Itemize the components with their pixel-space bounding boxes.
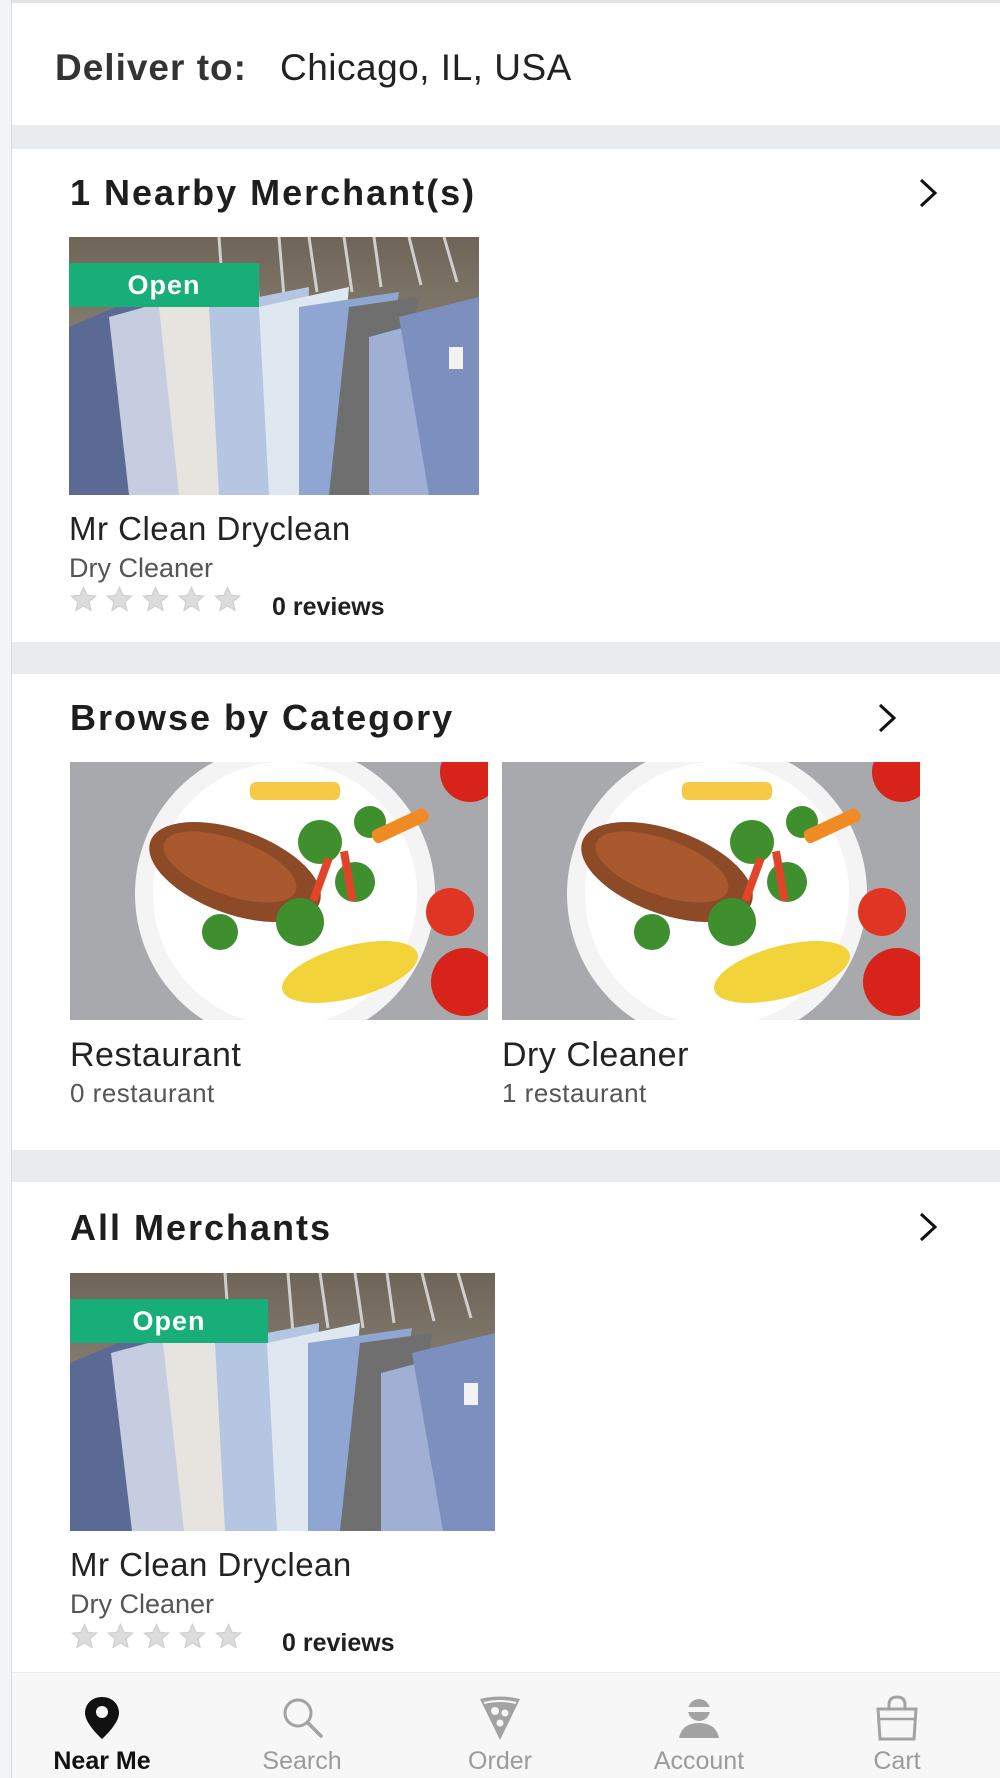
nav-label: Near Me	[53, 1747, 151, 1775]
bag-icon	[876, 1695, 918, 1741]
rating-stars	[69, 585, 242, 614]
all-merchants-title: All Merchants	[70, 1207, 333, 1248]
open-status-badge: Open	[70, 1299, 268, 1343]
section-divider	[12, 642, 1000, 674]
section-divider	[12, 125, 1000, 149]
nav-search[interactable]: Search	[212, 1673, 392, 1778]
nav-cart[interactable]: Cart	[807, 1673, 987, 1778]
browse-category-title: Browse by Category	[70, 697, 455, 738]
nav-account[interactable]: Account	[609, 1673, 789, 1778]
chevron-right-icon[interactable]	[915, 176, 941, 210]
rating-stars	[70, 1622, 243, 1651]
open-status-badge: Open	[69, 263, 259, 307]
star-icon	[178, 1622, 207, 1649]
star-icon	[105, 585, 134, 612]
merchant-category: Dry Cleaner	[69, 553, 214, 583]
category-name[interactable]: Restaurant	[70, 1036, 241, 1075]
nav-near-me[interactable]: Near Me	[12, 1673, 192, 1778]
map-pin-icon	[85, 1697, 119, 1739]
chevron-right-icon[interactable]	[874, 701, 900, 735]
nav-label: Search	[262, 1747, 342, 1775]
category-name[interactable]: Dry Cleaner	[502, 1036, 689, 1075]
chevron-right-icon[interactable]	[915, 1210, 941, 1244]
review-count: 0 reviews	[282, 1629, 395, 1657]
nav-order[interactable]: Order	[410, 1673, 590, 1778]
nav-label: Account	[653, 1747, 745, 1775]
review-count: 0 reviews	[272, 593, 385, 621]
merchant-category: Dry Cleaner	[70, 1589, 215, 1619]
star-icon	[70, 1622, 99, 1649]
pizza-icon	[480, 1696, 520, 1740]
nearby-merchants-title: 1 Nearby Merchant(s)	[70, 172, 477, 213]
deliver-to-bar[interactable]: Deliver to: Chicago, IL, USA	[12, 0, 1000, 128]
nav-label: Order	[468, 1747, 532, 1775]
star-icon	[106, 1622, 135, 1649]
star-icon	[141, 585, 170, 612]
category-count: 1 restaurant	[502, 1078, 647, 1108]
merchant-image[interactable]: Open	[69, 237, 479, 495]
account-icon	[679, 1699, 719, 1738]
deliver-to-label: Deliver to:	[55, 47, 247, 88]
category-image-restaurant[interactable]	[70, 762, 488, 1020]
category-image-dry-cleaner[interactable]	[502, 762, 920, 1020]
app-screen: Deliver to: Chicago, IL, USA 1 Nearby Me…	[12, 0, 1000, 1778]
bottom-navigation: Near Me Search Order Account Cart	[12, 1672, 1000, 1778]
section-divider	[12, 1150, 1000, 1182]
star-icon	[214, 1622, 243, 1649]
nav-label: Cart	[873, 1747, 921, 1775]
star-icon	[177, 585, 206, 612]
merchant-name[interactable]: Mr Clean Dryclean	[70, 1546, 352, 1584]
category-count: 0 restaurant	[70, 1078, 215, 1108]
search-icon	[283, 1698, 323, 1738]
merchant-name[interactable]: Mr Clean Dryclean	[69, 510, 351, 548]
merchant-image[interactable]: Open	[70, 1273, 495, 1531]
star-icon	[213, 585, 242, 612]
star-icon	[69, 585, 98, 612]
star-icon	[142, 1622, 171, 1649]
delivery-location[interactable]: Chicago, IL, USA	[280, 47, 572, 89]
